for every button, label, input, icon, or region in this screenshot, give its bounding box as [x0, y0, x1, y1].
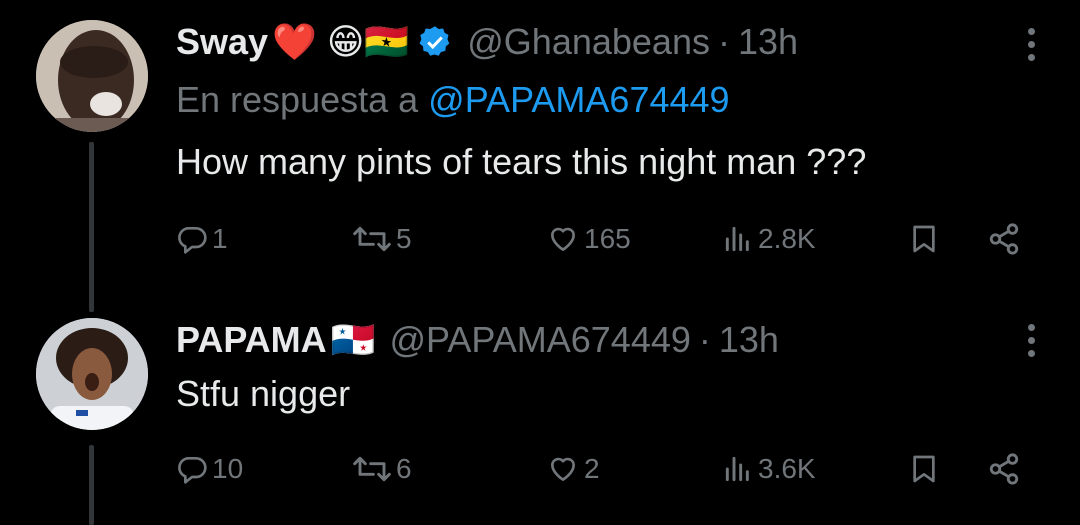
- reply-count: 1: [212, 223, 228, 254]
- views-button[interactable]: 2.8K: [722, 214, 816, 264]
- author-emoji: ❤️ 😁🇬🇭: [272, 21, 410, 62]
- share-button[interactable]: [986, 444, 1022, 494]
- heart-icon: [551, 227, 575, 251]
- like-button[interactable]: 2: [546, 444, 600, 494]
- bookmark-button[interactable]: [908, 444, 940, 494]
- retweet-icon: [353, 226, 391, 252]
- bookmark-icon: [913, 225, 935, 253]
- reply-button[interactable]: 10: [176, 444, 243, 494]
- author-emoji: 🇵🇦: [330, 319, 376, 360]
- retweet-count: 6: [396, 453, 412, 484]
- retweet-icon: [353, 456, 391, 482]
- view-count: 2.8K: [758, 223, 816, 254]
- bookmark-icon: [913, 455, 935, 483]
- like-button[interactable]: 165: [546, 214, 631, 264]
- action-bar: 1 5 165 2.8K: [176, 214, 1036, 264]
- tweet[interactable]: PAPAMA 🇵🇦 @PAPAMA674449 · 13h Stfu nigge…: [0, 300, 1080, 525]
- thread-line: [89, 445, 94, 525]
- views-icon: [725, 456, 749, 482]
- separator-dot: ·: [698, 319, 711, 360]
- thread-line: [89, 142, 94, 312]
- retweet-button[interactable]: 6: [352, 444, 412, 494]
- view-count: 3.6K: [758, 453, 816, 484]
- timestamp[interactable]: 13h: [738, 20, 798, 64]
- author-handle[interactable]: @PAPAMA674449: [390, 318, 691, 362]
- share-icon: [989, 223, 1019, 255]
- author-name[interactable]: PAPAMA: [176, 318, 327, 362]
- retweet-count: 5: [396, 223, 412, 254]
- reply-handle-link[interactable]: @PAPAMA674449: [428, 79, 729, 120]
- verified-badge-icon: [417, 24, 453, 60]
- reply-count: 10: [212, 453, 244, 484]
- author-name[interactable]: Sway: [176, 20, 268, 64]
- reply-button[interactable]: 1: [176, 214, 228, 264]
- separator-dot: ·: [717, 21, 730, 62]
- reply-prefix: En respuesta a: [176, 79, 419, 120]
- avatar[interactable]: [36, 20, 148, 132]
- heart-icon: [551, 457, 575, 481]
- author-handle[interactable]: @Ghanabeans: [467, 20, 710, 64]
- action-bar: 10 6 2 3.6K: [176, 444, 1036, 494]
- tweet-text: How many pints of tears this night man ?…: [176, 141, 867, 182]
- share-button[interactable]: [986, 214, 1022, 264]
- more-icon[interactable]: [1026, 28, 1036, 61]
- retweet-button[interactable]: 5: [352, 214, 412, 264]
- reply-icon: [178, 227, 207, 254]
- tweet[interactable]: Sway ❤️ 😁🇬🇭 @Ghanabeans · 13h En respues…: [0, 0, 1080, 312]
- tweet-text: Stfu nigger: [176, 373, 351, 414]
- views-button[interactable]: 3.6K: [722, 444, 816, 494]
- reply-context: En respuesta a @PAPAMA674449: [176, 78, 730, 122]
- tweet-header: Sway ❤️ 😁🇬🇭 @Ghanabeans · 13h: [176, 20, 798, 64]
- views-icon: [725, 226, 749, 252]
- bookmark-button[interactable]: [908, 214, 940, 264]
- timestamp[interactable]: 13h: [719, 318, 779, 362]
- share-icon: [989, 453, 1019, 485]
- avatar[interactable]: [36, 318, 148, 430]
- like-count: 165: [584, 223, 631, 254]
- like-count: 2: [584, 453, 600, 484]
- tweet-header: PAPAMA 🇵🇦 @PAPAMA674449 · 13h: [176, 318, 779, 362]
- more-icon[interactable]: [1026, 324, 1036, 357]
- reply-icon: [178, 457, 207, 484]
